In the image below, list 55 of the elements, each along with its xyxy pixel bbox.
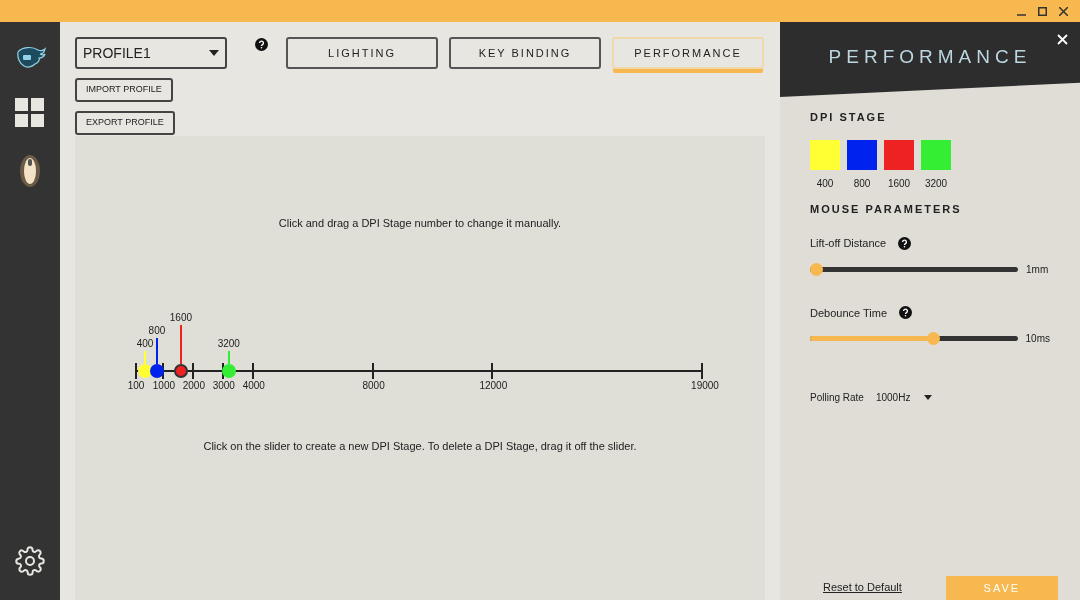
swatch-label: 3200 [924,176,948,191]
slider-value: 1mm [1026,262,1049,277]
slider-thumb[interactable] [927,332,940,345]
section-heading: MOUSE PARAMETERS [810,201,963,217]
swatch-label: 400 [816,176,834,191]
help-icon[interactable] [899,306,913,320]
tick-label: 3000 [212,378,235,393]
tick-label: 100 [127,378,145,393]
grid-icon[interactable] [15,98,45,128]
section-heading: DPI STAGE [810,110,888,125]
tick-label: 12000 [479,378,508,393]
caret-icon [924,395,933,400]
parameter-label: Lift-off Distance [810,236,887,251]
maximize-icon[interactable] [1038,6,1047,16]
tab[interactable]: KEY BINDING [449,37,601,69]
tick-label: 1000 [152,378,176,393]
stage-handle[interactable] [138,363,152,378]
profile-dropdown[interactable]: PROFILE1 [75,37,227,69]
instruction-text: Click and drag a DPI Stage number to change it manually. [278,216,562,231]
slider-value: 10ms [1025,332,1050,346]
profile-button[interactable]: IMPORT PROFILE [75,78,173,102]
tick-label: 4000 [242,378,265,393]
stage-label[interactable]: 400 [136,335,154,351]
caret-icon [209,50,219,56]
slider[interactable] [810,332,1018,345]
swatch-label: 1600 [887,176,911,191]
stage-handle[interactable] [173,363,188,378]
dpi-slider-track[interactable] [136,369,702,372]
reset-link[interactable]: Reset to Default [823,578,902,595]
color-swatch[interactable] [921,139,951,170]
stage-label[interactable]: 1600 [169,309,193,325]
stage-label[interactable]: 800 [148,322,166,338]
tab[interactable]: LIGHTING [286,37,438,69]
mouse-icon[interactable] [19,154,41,188]
parameter-label: Polling Rate [810,391,864,405]
slider[interactable] [810,262,1018,276]
help-icon[interactable] [898,236,912,250]
polling-rate-dropdown[interactable]: 1000Hz [875,390,933,405]
instruction-text: Click on the slider to create a new DPI Stage. To delete a DPI Stage, drag it off the slider. [203,438,637,454]
profile-button[interactable]: EXPORT PROFILE [75,111,175,135]
settings-icon[interactable] [15,546,45,576]
parameter-label: Debounce Time [810,305,888,321]
stage-label[interactable]: 3200 [217,335,240,351]
tick-label: 19000 [691,378,719,393]
color-swatch[interactable] [884,139,914,170]
stage-handle[interactable] [221,363,236,378]
color-swatch[interactable] [847,139,877,170]
help-icon[interactable] [255,38,268,51]
close-icon[interactable] [1059,6,1068,16]
tick-label: 2000 [182,378,205,393]
slider-thumb[interactable] [810,262,823,276]
panel-title: PERFORMANCE [828,45,1032,70]
color-swatch[interactable] [810,139,840,170]
tick-label: 8000 [362,378,385,393]
swatch-label: 800 [853,176,871,191]
